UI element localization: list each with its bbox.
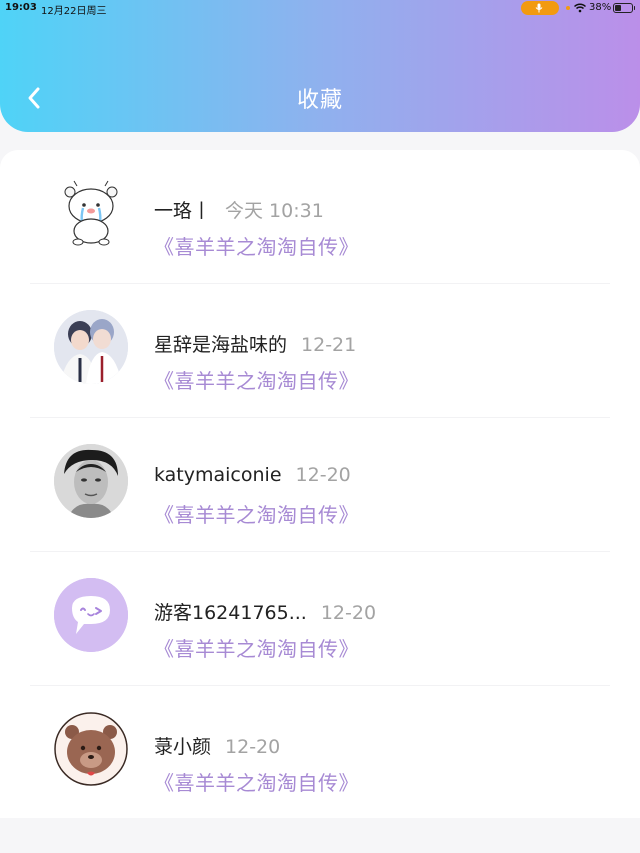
favorite-item[interactable]: 游客16241765... 12-20 《喜羊羊之淘淘自传》 bbox=[0, 552, 640, 686]
favorite-item[interactable]: 一珞丨 今天 10:31 《喜羊羊之淘淘自传》 bbox=[0, 150, 640, 284]
book-title-link[interactable]: 《喜羊羊之淘淘自传》 bbox=[154, 365, 359, 394]
status-date: 12月22日周三 bbox=[41, 6, 107, 17]
brown-bear-avatar[interactable] bbox=[54, 712, 128, 786]
timestamp: 今天 10:31 bbox=[225, 200, 324, 222]
timestamp: 12-20 bbox=[320, 602, 377, 624]
name-line: 一珞丨 今天 10:31 bbox=[154, 196, 324, 223]
favorites-list: 一珞丨 今天 10:31 《喜羊羊之淘淘自传》 星辞是海盐味的 12-21 《喜羊羊… bbox=[0, 150, 640, 818]
battery-icon bbox=[613, 3, 635, 13]
book-title-link[interactable]: 《喜羊羊之淘淘自传》 bbox=[154, 499, 359, 528]
favorite-item[interactable]: 菉小颜 12-20 《喜羊羊之淘淘自传》 bbox=[0, 686, 640, 820]
battery-level-fill bbox=[615, 5, 621, 11]
wifi-icon bbox=[574, 3, 586, 13]
username[interactable]: 游客16241765... bbox=[154, 602, 307, 624]
timestamp: 12-21 bbox=[301, 334, 357, 356]
favorite-item[interactable]: katymaiconie 12-20 《喜羊羊之淘淘自传》 bbox=[0, 418, 640, 552]
guest-chat-avatar[interactable] bbox=[54, 578, 128, 652]
crying-bear-avatar[interactable] bbox=[54, 176, 128, 250]
username[interactable]: katymaiconie bbox=[154, 464, 282, 486]
name-line: katymaiconie 12-20 bbox=[154, 464, 351, 486]
timestamp: 12-20 bbox=[295, 464, 351, 486]
privacy-dot-icon bbox=[566, 6, 570, 10]
book-title-link[interactable]: 《喜羊羊之淘淘自传》 bbox=[154, 231, 359, 260]
name-line: 游客16241765... 12-20 bbox=[154, 598, 376, 625]
book-title-link[interactable]: 《喜羊羊之淘淘自传》 bbox=[154, 767, 359, 796]
page-title: 收藏 bbox=[296, 88, 343, 113]
book-title-link[interactable]: 《喜羊羊之淘淘自传》 bbox=[154, 633, 359, 662]
username[interactable]: 星辞是海盐味的 bbox=[154, 334, 287, 356]
name-line: 星辞是海盐味的 12-21 bbox=[154, 330, 356, 357]
two-boys-photo-avatar[interactable] bbox=[54, 310, 128, 384]
battery-percentage: 38% bbox=[589, 2, 612, 13]
microphone-in-use-icon bbox=[521, 1, 559, 15]
username[interactable]: 菉小颜 bbox=[154, 736, 211, 758]
status-time: 19:03 bbox=[5, 2, 37, 13]
favorite-item[interactable]: 星辞是海盐味的 12-21 《喜羊羊之淘淘自传》 bbox=[0, 284, 640, 418]
bw-portrait-avatar[interactable] bbox=[54, 444, 128, 518]
username[interactable]: 一珞丨 bbox=[154, 200, 211, 222]
name-line: 菉小颜 12-20 bbox=[154, 732, 280, 759]
timestamp: 12-20 bbox=[225, 736, 281, 758]
status-bar: 19:03 12月22日周三 38% bbox=[0, 0, 640, 18]
